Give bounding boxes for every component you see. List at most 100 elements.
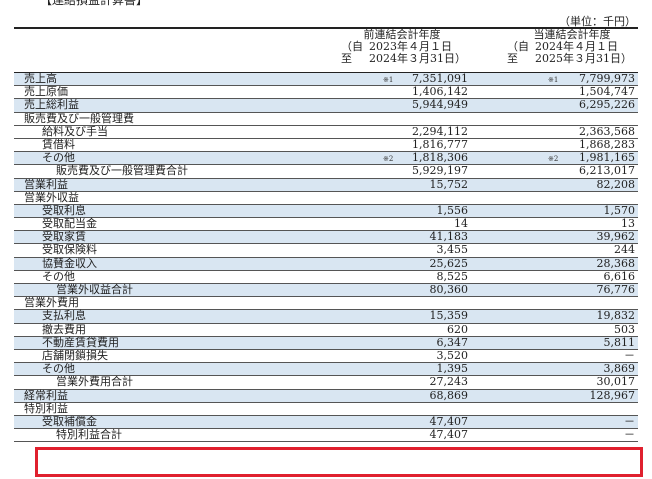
row-label: 営業外費用合計: [56, 375, 133, 389]
row-label: 売上高: [24, 72, 57, 85]
value-prior: 1,406,142: [412, 85, 468, 99]
table-row: 協賛金収入 25,625 28,368: [14, 256, 638, 271]
value-current: 30,017: [596, 375, 636, 389]
value-current: 6,213,017: [579, 164, 635, 178]
note-marker-current: ※1: [548, 76, 559, 84]
value-current: 28,368: [596, 256, 636, 270]
value-prior: 1,816,777: [412, 137, 468, 151]
highlight-box: [35, 447, 643, 477]
value-prior: 6,347: [436, 335, 469, 349]
row-label: 賃借料: [42, 137, 75, 151]
value-prior: 1,395: [436, 362, 469, 376]
table-row: 特別利益: [14, 401, 638, 416]
value-prior: 7,351,091: [412, 72, 468, 85]
table-row: 受取利息 1,556 1,570: [14, 203, 638, 219]
value-prior: 14: [454, 217, 468, 231]
note-marker-prior: ※2: [383, 155, 394, 164]
value-current: 128,967: [589, 388, 636, 402]
value-current: 13: [621, 217, 635, 231]
table-row: 支払利息 15,359 19,832: [14, 309, 638, 324]
note-marker-prior: ※1: [383, 76, 394, 84]
table-row: 販売費及び一般管理費: [14, 111, 638, 126]
row-label: 受取配当金: [42, 217, 97, 231]
row-label: その他: [42, 269, 75, 283]
table-row: 賃借料 1,816,777 1,868,283: [14, 137, 638, 153]
table-row: 受取家賃 41,183 39,962: [14, 230, 638, 245]
table-row: 営業利益 15,752 82,208: [14, 177, 638, 192]
value-prior: 27,243: [429, 375, 469, 389]
table-row: 受取配当金 14 13: [14, 217, 638, 232]
row-label: 販売費及び一般管理費: [24, 111, 134, 125]
value-current: －: [624, 428, 635, 442]
value-prior: 25,625: [429, 256, 469, 270]
row-label: 営業外収益: [24, 190, 79, 204]
table-row: 経常利益 68,869 128,967: [14, 388, 638, 403]
value-prior: 5,944,949: [412, 98, 468, 112]
row-label: その他: [42, 151, 75, 165]
table-row: 不動産賃貸費用 6,347 5,811: [14, 335, 638, 350]
value-current: －: [624, 348, 635, 362]
row-label: 協賛金収入: [42, 256, 97, 270]
row-label: その他: [42, 362, 75, 376]
row-label: 販売費及び一般管理費合計: [56, 164, 188, 178]
row-label: 撤去費用: [42, 322, 86, 336]
table-row: 営業外収益合計 80,360 76,776: [14, 283, 638, 298]
table-row: 営業外費用: [14, 297, 638, 311]
value-prior: 3,455: [436, 243, 469, 257]
value-prior: 15,359: [429, 309, 469, 323]
value-current: 5,811: [603, 335, 636, 349]
row-label: 支払利息: [42, 309, 86, 323]
header-prior-period: 前連結会計年度 （自 2023年４月１日 至 2024年３月31日）: [337, 29, 467, 65]
header-prior-to: 2024年３月31日）: [369, 52, 466, 65]
value-prior: 80,360: [429, 283, 469, 296]
value-prior: 5,929,197: [412, 164, 468, 178]
row-label: 受取補償金: [42, 414, 97, 428]
statement-title: 【連結損益計算書】: [40, 0, 149, 7]
table-row: 撤去費用 620 503: [14, 322, 638, 337]
value-current: 503: [614, 322, 635, 336]
table-row: 営業外収益: [14, 190, 638, 205]
table-row: 特別利益合計 47,407 －: [14, 428, 638, 443]
value-prior: 620: [447, 322, 468, 336]
row-label: 受取保険料: [42, 243, 97, 257]
value-current: 1,570: [603, 203, 636, 217]
row-label: 給料及び手当: [42, 124, 108, 138]
row-label: 特別利益合計: [56, 428, 122, 442]
income-statement-table: 売上高 ※1 7,351,091 ※1 7,799,973 売上原価 1,406,142 1,…: [14, 72, 638, 443]
value-current: 76,776: [596, 283, 636, 296]
row-label: 売上原価: [24, 85, 68, 99]
value-current: 6,295,226: [579, 98, 635, 112]
table-row: 売上総利益 5,944,949 6,295,226: [14, 98, 638, 113]
value-current: 19,832: [596, 309, 636, 323]
value-prior: 1,818,306: [412, 151, 468, 165]
value-current: 1,981,165: [579, 151, 635, 165]
value-prior: 68,869: [429, 388, 469, 402]
value-prior: 1,556: [436, 203, 469, 217]
table-row: 給料及び手当 2,294,112 2,363,568: [14, 124, 638, 139]
value-current: 2,363,568: [579, 124, 635, 138]
row-label: 受取家賃: [42, 230, 86, 244]
table-row: 店舗閉鎖損失 3,520 －: [14, 348, 638, 364]
value-prior: 8,525: [436, 269, 469, 283]
header-current-period: 当連結会計年度 （自 2024年４月１日 至 2025年３月31日）: [503, 29, 641, 65]
value-current: 3,869: [603, 362, 636, 376]
value-prior: 3,520: [436, 348, 469, 362]
row-label: 特別利益: [24, 401, 68, 415]
value-current: 6,616: [603, 269, 636, 283]
value-prior: 41,183: [429, 230, 469, 244]
value-current: 1,868,283: [579, 137, 635, 151]
value-prior: 47,407: [429, 414, 469, 428]
value-prior: 15,752: [429, 177, 469, 191]
value-current: 7,799,973: [579, 72, 635, 85]
header-prior-to-key: 至: [341, 52, 352, 65]
table-row: 売上原価 1,406,142 1,504,747: [14, 85, 638, 100]
row-label: 営業利益: [24, 177, 68, 191]
row-label: 売上総利益: [24, 98, 79, 112]
row-label: 店舗閉鎖損失: [42, 348, 108, 362]
row-label: 不動産賃貸費用: [42, 335, 119, 349]
value-prior: 2,294,112: [412, 124, 468, 138]
value-current: 244: [614, 243, 635, 257]
value-current: 39,962: [596, 230, 636, 244]
header-current-to-key: 至: [507, 52, 518, 65]
header-current-to: 2025年３月31日）: [535, 52, 632, 65]
